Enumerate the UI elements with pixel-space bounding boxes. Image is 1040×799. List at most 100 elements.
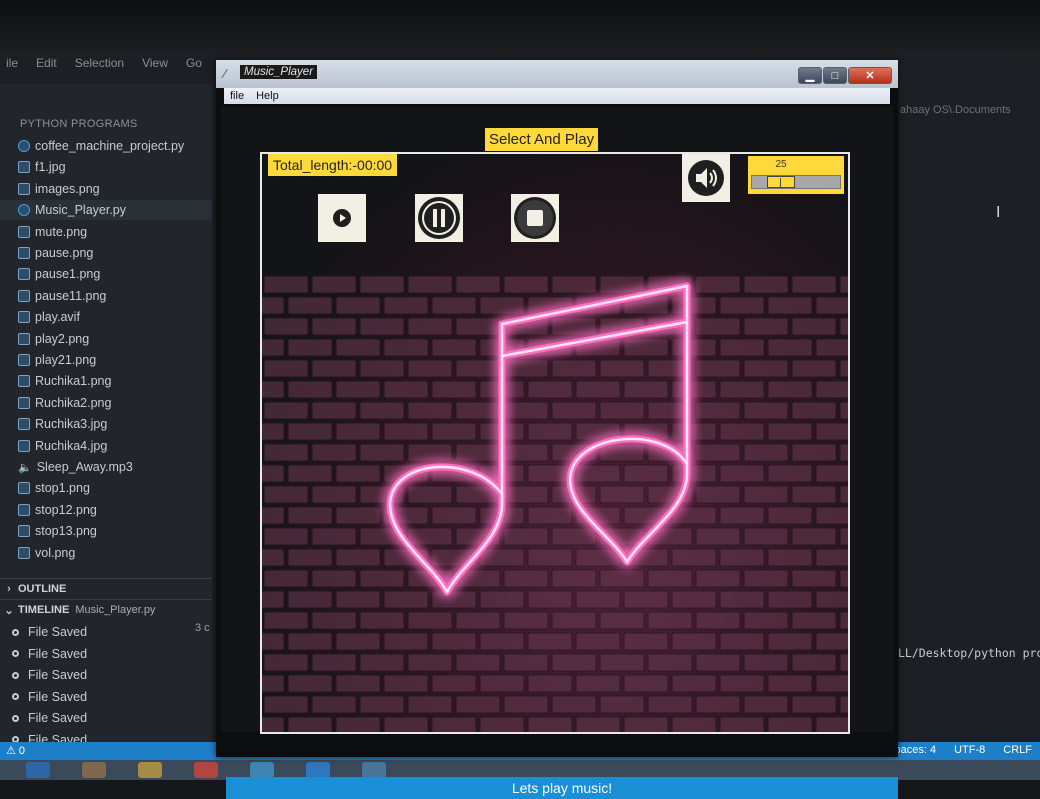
brick bbox=[263, 569, 309, 588]
brick bbox=[503, 611, 549, 630]
edge-icon[interactable] bbox=[250, 762, 274, 778]
file-name: Sleep_Away.mp3 bbox=[36, 460, 133, 474]
folder-icon[interactable] bbox=[138, 762, 162, 778]
volume-slider-thumb[interactable] bbox=[767, 176, 795, 188]
brick bbox=[262, 422, 285, 441]
brick bbox=[335, 632, 381, 651]
file-item[interactable]: play.avif bbox=[18, 307, 80, 327]
circle-icon bbox=[12, 628, 19, 636]
vscode-icon[interactable] bbox=[306, 762, 330, 778]
explorer-folder-header[interactable]: PYTHON PROGRAMS bbox=[20, 118, 138, 130]
python-icon[interactable] bbox=[362, 762, 386, 778]
maximize-button[interactable]: □ bbox=[823, 67, 847, 84]
timeline-item-label: File Saved bbox=[28, 689, 88, 704]
file-name: mute.png bbox=[35, 224, 88, 239]
timeline-section[interactable]: ⌄ TIMELINE Music_Player.py bbox=[0, 599, 212, 620]
brick bbox=[287, 422, 333, 441]
brick bbox=[287, 548, 333, 567]
editor-menu-item[interactable]: ile bbox=[6, 56, 18, 76]
stop-button[interactable] bbox=[511, 194, 559, 242]
circle-icon bbox=[12, 714, 19, 722]
select-and-play-button[interactable]: Select And Play bbox=[485, 128, 599, 151]
file-item[interactable]: Ruchika4.jpg bbox=[18, 436, 107, 456]
timeline-item[interactable]: File Saved bbox=[12, 708, 87, 728]
brick bbox=[839, 653, 848, 672]
file-item[interactable]: Music_Player.py bbox=[0, 200, 212, 221]
brick bbox=[599, 611, 645, 630]
media-icon[interactable] bbox=[82, 762, 106, 778]
volume-mute-button[interactable] bbox=[682, 154, 730, 202]
brick bbox=[262, 506, 285, 525]
brick bbox=[311, 443, 357, 462]
file-item[interactable]: pause11.png bbox=[18, 286, 106, 306]
ie-icon[interactable] bbox=[26, 762, 50, 778]
window-titlebar[interactable]: ⁄ Music_Player ▁ □ ✕ bbox=[216, 60, 898, 88]
file-item[interactable]: 🔈 Sleep_Away.mp3 bbox=[18, 457, 133, 477]
window-menu-help[interactable]: Help bbox=[256, 90, 279, 102]
window-menubar: file Help bbox=[224, 88, 890, 104]
brick bbox=[815, 674, 848, 693]
file-item[interactable]: play2.png bbox=[18, 329, 89, 349]
brick bbox=[791, 485, 837, 504]
status-item[interactable]: CRLF bbox=[1003, 744, 1032, 756]
brick bbox=[647, 611, 693, 630]
file-item[interactable]: mute.png bbox=[18, 222, 87, 242]
timeline-item[interactable]: File Saved bbox=[12, 644, 87, 664]
file-item[interactable]: play21.png bbox=[18, 350, 96, 370]
brick bbox=[623, 674, 669, 693]
brick bbox=[263, 611, 309, 630]
brick bbox=[263, 443, 309, 462]
pause-button[interactable] bbox=[415, 194, 463, 242]
timeline-item[interactable]: File Saved bbox=[12, 687, 87, 707]
file-item[interactable]: stop13.png bbox=[18, 521, 97, 541]
brick bbox=[719, 464, 765, 483]
file-item[interactable]: Ruchika1.png bbox=[18, 371, 111, 391]
file-name: images.png bbox=[35, 181, 100, 196]
brick bbox=[287, 716, 333, 732]
file-item[interactable]: pause1.png bbox=[18, 264, 100, 284]
chrome-icon[interactable] bbox=[194, 762, 218, 778]
minimize-button[interactable]: ▁ bbox=[798, 67, 822, 84]
file-item[interactable]: stop1.png bbox=[18, 478, 90, 498]
image-file-icon bbox=[18, 182, 30, 195]
timeline-file: Music_Player.py bbox=[75, 604, 156, 616]
brick bbox=[767, 296, 813, 315]
brick bbox=[647, 695, 693, 714]
file-item[interactable]: coffee_machine_project.py bbox=[18, 136, 184, 156]
file-item[interactable]: Ruchika2.png bbox=[18, 393, 111, 413]
problems-count[interactable]: ⚠ 0 bbox=[6, 744, 25, 757]
brick bbox=[311, 653, 357, 672]
timeline-item-label: File Saved bbox=[28, 668, 88, 682]
outline-section[interactable]: › OUTLINE bbox=[0, 578, 212, 599]
file-item[interactable]: Ruchika3.jpg bbox=[18, 414, 107, 434]
brick bbox=[527, 632, 573, 651]
brick bbox=[527, 674, 573, 693]
timeline-item[interactable]: File Saved bbox=[12, 665, 87, 685]
brick bbox=[695, 695, 741, 714]
brick bbox=[383, 674, 429, 693]
timeline-item[interactable]: File Saved bbox=[12, 622, 87, 642]
editor-menu-item[interactable]: Edit bbox=[36, 56, 57, 76]
file-item[interactable]: vol.png bbox=[18, 543, 75, 563]
window-menu-file[interactable]: file bbox=[230, 90, 244, 102]
status-item[interactable]: UTF-8 bbox=[954, 744, 985, 756]
close-button[interactable]: ✕ bbox=[848, 67, 892, 84]
brick bbox=[551, 611, 597, 630]
brick bbox=[311, 359, 357, 378]
volume-slider-trough[interactable] bbox=[751, 175, 841, 189]
brick bbox=[767, 632, 813, 651]
image-file-icon bbox=[18, 396, 30, 409]
file-item[interactable]: images.png bbox=[18, 179, 100, 199]
editor-menu-item[interactable]: View bbox=[142, 56, 168, 76]
brick bbox=[791, 653, 837, 672]
timeline-item-label: File Saved bbox=[28, 625, 88, 639]
brick bbox=[407, 695, 453, 714]
file-item[interactable]: f1.jpg bbox=[18, 157, 66, 177]
editor-menu-item[interactable]: Selection bbox=[75, 56, 124, 76]
play-button[interactable] bbox=[318, 194, 366, 242]
editor-menu-item[interactable]: Go bbox=[186, 56, 202, 76]
file-item[interactable]: stop12.png bbox=[18, 500, 97, 520]
image-file-icon bbox=[18, 439, 30, 452]
brick bbox=[743, 443, 789, 462]
file-item[interactable]: pause.png bbox=[18, 243, 93, 263]
